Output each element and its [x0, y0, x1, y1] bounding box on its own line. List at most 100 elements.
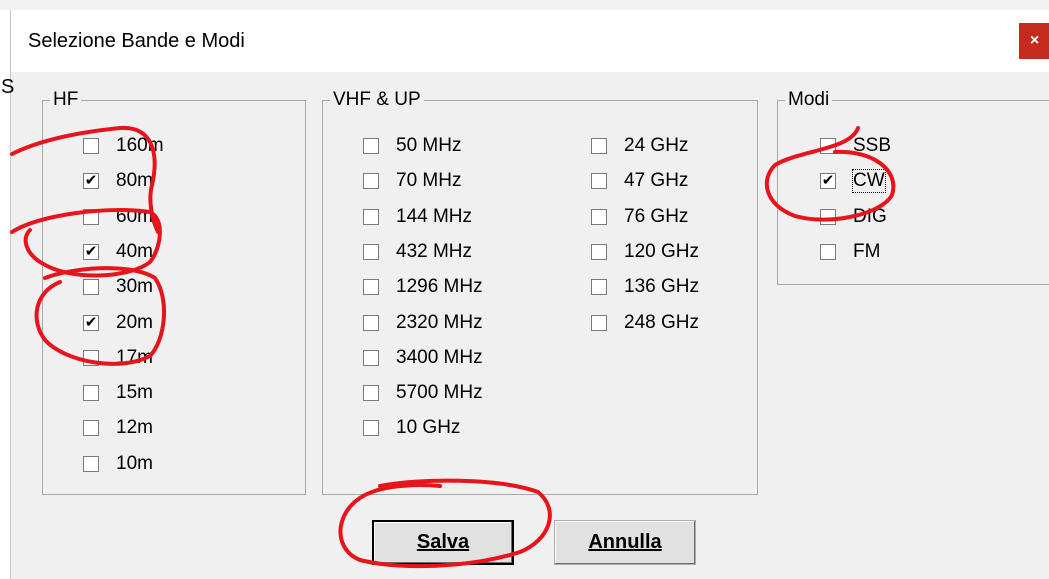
checkbox-label: 3400 MHz [396, 346, 483, 368]
checkbox-box[interactable] [820, 243, 836, 260]
checkbox-box[interactable] [591, 138, 607, 154]
vhf-checkbox-248-ghz[interactable]: 248 GHz [591, 311, 699, 335]
checkbox-box[interactable] [83, 349, 99, 366]
checkbox-box[interactable] [363, 314, 379, 331]
hf-checkbox-10m[interactable]: 10m [83, 452, 153, 476]
background-window-edge [0, 0, 1049, 10]
hf-group-legend: HF [50, 88, 82, 112]
checkbox-box[interactable] [591, 208, 607, 225]
close-button[interactable]: × [1019, 23, 1049, 59]
modi-checkbox-dig[interactable]: DIG [820, 205, 887, 229]
vhf-checkbox-144-mhz[interactable]: 144 MHz [363, 205, 472, 229]
checkbox-box[interactable] [363, 349, 379, 366]
vhf-checkbox-47-ghz[interactable]: 47 GHz [591, 169, 688, 193]
hf-checkbox-80m[interactable]: ✔ 80m [83, 169, 153, 193]
checkbox-label: 30m [116, 276, 153, 298]
checkbox-label: 1296 MHz [396, 276, 483, 298]
checkbox-label: 2320 MHz [396, 311, 483, 333]
checkbox-label: 120 GHz [624, 240, 699, 262]
checkbox-box[interactable] [83, 208, 99, 225]
checkbox-box[interactable]: ✔ [83, 243, 99, 260]
vhf-checkbox-5700-mhz[interactable]: 5700 MHz [363, 381, 483, 405]
checkbox-label: 76 GHz [624, 205, 689, 227]
checkbox-label: 40m [116, 240, 153, 262]
checkbox-label: CW [852, 169, 886, 194]
checkbox-label: 248 GHz [624, 311, 699, 333]
checkbox-box[interactable] [363, 385, 379, 402]
save-button-label: Salva [416, 531, 470, 553]
vhf-checkbox-76-ghz[interactable]: 76 GHz [591, 205, 688, 229]
checkbox-box[interactable] [591, 279, 607, 296]
modi-checkbox-fm[interactable]: FM [820, 240, 880, 264]
checkbox-label: 20m [116, 311, 153, 333]
vhf-checkbox-1296-mhz[interactable]: 1296 MHz [363, 275, 483, 299]
checkbox-label: 15m [116, 382, 153, 404]
hf-checkbox-60m[interactable]: 60m [83, 205, 153, 229]
hf-checkbox-20m[interactable]: ✔ 20m [83, 311, 153, 335]
hf-checkbox-17m[interactable]: 17m [83, 346, 153, 370]
checkbox-label: 10 GHz [396, 417, 461, 439]
vhf-checkbox-24-ghz[interactable]: 24 GHz [591, 134, 688, 158]
checkbox-box[interactable] [820, 138, 836, 154]
hf-checkbox-12m[interactable]: 12m [83, 416, 153, 440]
checkbox-box[interactable] [83, 138, 99, 154]
hf-checkbox-30m[interactable]: 30m [83, 275, 153, 299]
checkbox-label: 50 MHz [396, 135, 462, 156]
hf-checkbox-160m[interactable]: 160m [83, 134, 164, 158]
save-button[interactable]: Salva [372, 520, 514, 565]
hf-group: HF [42, 88, 306, 495]
cancel-button-label: Annulla [588, 531, 662, 553]
vhf-checkbox-136-ghz[interactable]: 136 GHz [591, 275, 699, 299]
checkbox-label: 10m [116, 452, 153, 474]
modi-checkbox-cw[interactable]: ✔ CW [820, 169, 886, 194]
vhf-checkbox-3400-mhz[interactable]: 3400 MHz [363, 346, 483, 370]
background-text-fragment: S [1, 76, 15, 98]
checkbox-box[interactable] [820, 208, 836, 225]
checkbox-box[interactable]: ✔ [83, 173, 99, 190]
cancel-button[interactable]: Annulla [554, 520, 696, 565]
vhf-checkbox-120-ghz[interactable]: 120 GHz [591, 240, 699, 264]
checkbox-box[interactable] [363, 208, 379, 225]
checkbox-label: 5700 MHz [396, 382, 483, 404]
checkbox-label: 17m [116, 346, 153, 368]
checkbox-box[interactable] [83, 455, 99, 472]
hf-checkbox-40m[interactable]: ✔ 40m [83, 240, 153, 264]
dialog-title: Selezione Bande e Modi [28, 30, 245, 52]
vhf-checkbox-2320-mhz[interactable]: 2320 MHz [363, 311, 483, 335]
checkbox-label: 47 GHz [624, 170, 689, 192]
modi-group: Modi [777, 88, 1049, 285]
vhf-group-legend: VHF & UP [330, 88, 424, 112]
checkbox-box[interactable] [363, 243, 379, 260]
vhf-checkbox-70-mhz[interactable]: 70 MHz [363, 169, 461, 193]
checkbox-label: 60m [116, 205, 153, 227]
checkbox-label: 136 GHz [624, 276, 699, 298]
checkbox-box[interactable] [83, 279, 99, 296]
checkbox-label: 160m [116, 135, 164, 156]
checkbox-box[interactable] [83, 385, 99, 402]
checkbox-label: 80m [116, 170, 153, 192]
checkbox-box[interactable]: ✔ [820, 173, 836, 190]
vhf-checkbox-50-mhz[interactable]: 50 MHz [363, 134, 461, 158]
checkbox-box[interactable]: ✔ [83, 314, 99, 331]
checkbox-box[interactable] [591, 173, 607, 190]
vhf-checkbox-432-mhz[interactable]: 432 MHz [363, 240, 472, 264]
modi-group-legend: Modi [785, 88, 833, 112]
checkbox-label: 70 MHz [396, 170, 462, 192]
checkbox-box[interactable] [363, 420, 379, 437]
checkbox-label: 24 GHz [624, 135, 689, 156]
checkbox-label: SSB [853, 135, 892, 156]
title-bar[interactable]: Selezione Bande e Modi × [11, 10, 1049, 72]
vhf-checkbox-10-ghz[interactable]: 10 GHz [363, 416, 460, 440]
close-icon: × [1029, 32, 1040, 49]
checkbox-box[interactable] [83, 420, 99, 437]
checkbox-box[interactable] [363, 173, 379, 190]
hf-checkbox-15m[interactable]: 15m [83, 381, 153, 405]
checkbox-box[interactable] [363, 138, 379, 154]
modi-checkbox-ssb[interactable]: SSB [820, 134, 891, 158]
checkbox-box[interactable] [591, 314, 607, 331]
checkbox-label: DIG [853, 205, 887, 227]
checkbox-box[interactable] [363, 279, 379, 296]
checkbox-label: 432 MHz [396, 240, 473, 262]
checkbox-box[interactable] [591, 243, 607, 260]
checkbox-label: 12m [116, 417, 153, 439]
